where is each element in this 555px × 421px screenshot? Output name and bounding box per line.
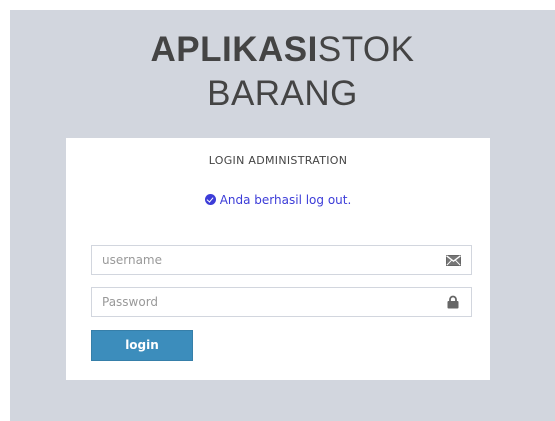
username-field <box>91 245 472 275</box>
logout-status-message: Anda berhasil log out. <box>66 193 490 207</box>
app-title-light: STOK <box>317 30 415 69</box>
logout-status-text: Anda berhasil log out. <box>219 193 352 207</box>
app-title-bold: APLIKASI <box>150 30 318 69</box>
login-box-heading: LOGIN ADMINISTRATION <box>208 154 348 167</box>
login-button[interactable]: login <box>91 330 193 361</box>
password-input[interactable] <box>92 288 442 316</box>
envelope-icon <box>446 255 461 266</box>
app-title: APLIKASISTOK BARANG <box>10 28 555 116</box>
app-title-line-1: APLIKASISTOK <box>10 28 555 72</box>
password-field <box>91 287 472 317</box>
login-box: LOGIN ADMINISTRATION Anda berhasil log o… <box>66 138 490 380</box>
app-title-line-2: BARANG <box>207 74 358 113</box>
username-input[interactable] <box>92 246 442 274</box>
check-circle-icon <box>204 194 216 205</box>
lock-icon <box>447 295 459 309</box>
